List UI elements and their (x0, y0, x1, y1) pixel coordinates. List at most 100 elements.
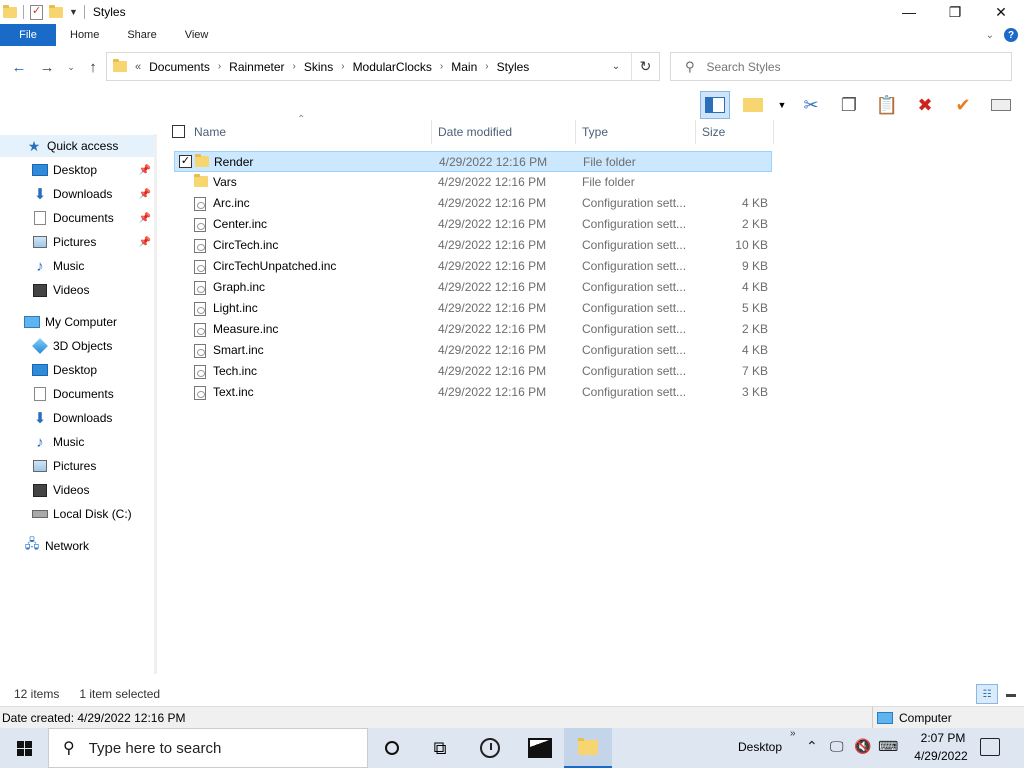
keyboard-icon[interactable]: ⌨ (878, 738, 898, 755)
desktop-toolbar-label[interactable]: Desktop (738, 740, 782, 754)
table-row[interactable]: CircTechUnpatched.inc 4/29/2022 12:16 PM C… (174, 256, 772, 277)
table-row[interactable]: Text.inc 4/29/2022 12:16 PM Configuration … (174, 382, 772, 403)
table-row[interactable]: Tech.inc 4/29/2022 12:16 PM Configuration … (174, 361, 772, 382)
delete-button[interactable]: ✖ (910, 91, 940, 119)
sidebar-item-pictures[interactable]: Pictures (0, 455, 157, 477)
navigation-pane-scrollbar[interactable] (154, 134, 157, 674)
sidebar-item-local-disk[interactable]: Local Disk (C:) (0, 503, 157, 525)
table-row[interactable]: Vars 4/29/2022 12:16 PM File folder (174, 172, 772, 193)
sidebar-item-desktop[interactable]: Desktop 📌 (0, 159, 157, 181)
sidebar-item-3d-objects[interactable]: 3D Objects (0, 335, 157, 357)
copy-button[interactable]: ❐ (834, 91, 864, 119)
column-header-size[interactable]: Size (696, 120, 774, 144)
table-row[interactable]: Center.inc 4/29/2022 12:16 PM Configuratio… (174, 214, 772, 235)
properties-icon[interactable] (30, 4, 43, 20)
properties-button[interactable]: ✔ (948, 91, 978, 119)
sidebar-item-videos[interactable]: Videos (0, 279, 157, 301)
breadcrumb-item[interactable]: Rainmeter (229, 60, 284, 74)
close-button[interactable]: ✕ (978, 0, 1024, 24)
search-box[interactable]: ⚲ (670, 52, 1012, 81)
up-button[interactable]: ↑ (82, 56, 104, 78)
clock-time[interactable]: 2:07 PM (916, 731, 970, 745)
breadcrumb-item[interactable]: Main (451, 60, 477, 74)
table-row[interactable]: ✓ Render 4/29/2022 12:16 PM File folder (174, 151, 772, 172)
action-center-icon[interactable] (980, 738, 1000, 756)
sidebar-item-music[interactable]: ♪ Music (0, 431, 157, 453)
help-icon[interactable]: ? (1004, 28, 1018, 42)
minimize-button[interactable]: — (886, 0, 932, 24)
column-header-name[interactable]: Name (188, 120, 432, 144)
sidebar-item-quick-access[interactable]: ★ Quick access (0, 135, 157, 157)
sidebar-item-downloads[interactable]: ⬇ Downloads 📌 (0, 183, 157, 205)
pin-icon[interactable]: 📌 (139, 189, 151, 200)
large-icons-view-button[interactable]: ▬ (1000, 684, 1022, 704)
cut-button[interactable]: ✂ (796, 91, 826, 119)
network-status-icon[interactable]: 🖵 (830, 738, 844, 755)
refresh-button[interactable]: ↻ (631, 53, 659, 80)
clock-date[interactable]: 4/29/2022 (910, 749, 972, 763)
customize-toolbar-chevron-icon[interactable]: ▼ (69, 7, 78, 17)
breadcrumb-item[interactable]: Styles (497, 60, 530, 74)
column-header-type[interactable]: Type (576, 120, 696, 144)
table-row[interactable]: Arc.inc 4/29/2022 12:16 PM Configuration s… (174, 193, 772, 214)
volume-muted-icon[interactable]: 🔇 (854, 738, 871, 755)
breadcrumb-separator-icon[interactable]: › (293, 61, 296, 72)
sidebar-item-downloads[interactable]: ⬇ Downloads (0, 407, 157, 429)
folder-icon[interactable] (3, 4, 17, 18)
sidebar-item-pictures[interactable]: Pictures 📌 (0, 231, 157, 253)
taskbar-app-file-explorer[interactable] (564, 728, 612, 768)
breadcrumb-item[interactable]: Documents (149, 60, 210, 74)
sidebar-item-documents[interactable]: Documents 📌 (0, 207, 157, 229)
column-header-date-modified[interactable]: Date modified (432, 120, 576, 144)
paste-button[interactable]: 📋 (872, 91, 902, 119)
taskbar-search-box[interactable]: ⚲ Type here to search (48, 728, 368, 768)
maximize-button[interactable]: ❐ (932, 0, 978, 24)
new-folder-button[interactable] (738, 91, 768, 119)
preview-pane-button[interactable] (700, 91, 730, 119)
tab-share[interactable]: Share (113, 24, 170, 46)
rename-button[interactable] (986, 91, 1016, 119)
table-row[interactable]: Measure.inc 4/29/2022 12:16 PM Configurati… (174, 319, 772, 340)
desktop-toolbar-chevron-icon[interactable]: » (790, 728, 796, 739)
sidebar-item-desktop[interactable]: Desktop (0, 359, 157, 381)
breadcrumb-separator-icon[interactable]: › (341, 61, 344, 72)
back-button[interactable]: ← (8, 56, 30, 78)
row-checkbox[interactable]: ✓ (179, 155, 192, 168)
start-button[interactable] (0, 728, 48, 768)
table-row[interactable]: Graph.inc 4/29/2022 12:16 PM Configuration… (174, 277, 772, 298)
forward-button[interactable]: → (36, 56, 58, 78)
sidebar-item-music[interactable]: ♪ Music (0, 255, 157, 277)
breadcrumb-separator-icon[interactable]: › (485, 61, 488, 72)
sidebar-item-network[interactable]: 🖧 Network (0, 535, 157, 557)
table-row[interactable]: Light.inc 4/29/2022 12:16 PM Configuration… (174, 298, 772, 319)
new-folder-icon[interactable] (49, 4, 63, 18)
sidebar-item-documents[interactable]: Documents (0, 383, 157, 405)
address-history-chevron-icon[interactable]: ⌄ (605, 53, 627, 80)
details-view-button[interactable]: ☷ (976, 684, 998, 704)
tab-file[interactable]: File (0, 24, 56, 46)
tab-view[interactable]: View (171, 24, 223, 46)
breadcrumb-separator-icon[interactable]: › (218, 61, 221, 72)
breadcrumb-item[interactable]: Skins (304, 60, 333, 74)
breadcrumb-separator-icon[interactable]: › (440, 61, 443, 72)
search-input[interactable] (706, 59, 987, 74)
breadcrumb-item[interactable]: ModularClocks (353, 60, 432, 74)
show-hidden-icons-chevron-icon[interactable]: ⌃ (806, 738, 818, 755)
task-view-button[interactable]: ⧉ (416, 728, 464, 768)
taskbar-app-clock[interactable] (466, 728, 514, 768)
pin-icon[interactable]: 📌 (139, 213, 151, 224)
cortana-button[interactable] (368, 728, 416, 768)
taskbar-app-photos[interactable] (516, 728, 564, 768)
pin-icon[interactable]: 📌 (139, 237, 151, 248)
expand-ribbon-chevron-icon[interactable]: ⌄ (986, 30, 994, 41)
address-bar[interactable]: « Documents › Rainmeter › Skins › Modula… (106, 52, 660, 81)
sidebar-item-videos[interactable]: Videos (0, 479, 157, 501)
pin-icon[interactable]: 📌 (139, 165, 151, 176)
breadcrumb-overflow[interactable]: « (135, 61, 141, 73)
table-row[interactable]: CircTech.inc 4/29/2022 12:16 PM Configurat… (174, 235, 772, 256)
sidebar-item-my-computer[interactable]: My Computer (0, 311, 157, 333)
tab-home[interactable]: Home (56, 24, 113, 46)
select-all-checkbox[interactable] (172, 125, 185, 138)
recent-locations-chevron-icon[interactable]: ⌄ (64, 56, 78, 78)
new-item-chevron-icon[interactable]: ▼ (776, 91, 788, 119)
